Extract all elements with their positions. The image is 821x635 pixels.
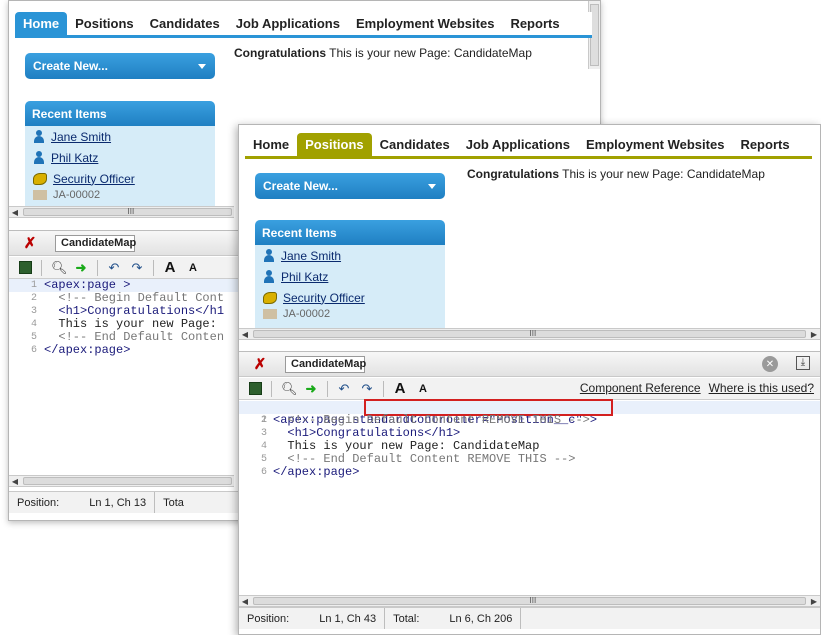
undo-icon[interactable]: ↶: [337, 381, 351, 397]
download-icon[interactable]: ⤓: [796, 356, 810, 370]
redo-icon[interactable]: ↷: [360, 381, 374, 397]
page-name-tab[interactable]: CandidateMap: [55, 234, 136, 252]
candidate-icon: [263, 249, 275, 262]
congrats-heading: Congratulations: [467, 167, 559, 181]
font-increase-icon[interactable]: A: [393, 380, 407, 397]
code-editor[interactable]: 1 <apex:page standardController="Position…: [239, 399, 820, 593]
scroll-left-icon[interactable]: ◀: [9, 477, 21, 486]
go-to-line-icon[interactable]: ➜: [304, 381, 318, 397]
front-window: Home Positions Candidates Job Applicatio…: [238, 124, 821, 635]
horizontal-scrollbar[interactable]: ◀ III: [9, 206, 234, 218]
congrats-text: This is your new Page: CandidateMap: [326, 46, 532, 60]
recent-item-security-officer[interactable]: Security Officer: [255, 287, 445, 308]
recent-items-title: Recent Items: [255, 220, 445, 245]
tab-employment-websites[interactable]: Employment Websites: [348, 12, 502, 35]
editor-horizontal-scrollbar[interactable]: ◀ III ▶: [239, 595, 820, 607]
chevron-down-icon: [198, 64, 206, 69]
recent-items-panel: Recent Items Jane Smith Phil Katz Securi…: [255, 220, 445, 330]
total-label: Total:: [393, 612, 420, 625]
tab-bar: Home Positions Candidates Job Applicatio…: [15, 12, 592, 38]
font-decrease-icon[interactable]: A: [186, 262, 200, 274]
close-icon[interactable]: ✗: [19, 234, 41, 252]
total-value: Ln 6, Ch 206: [449, 612, 513, 625]
where-is-this-used-link[interactable]: Where is this used?: [709, 381, 814, 395]
total-label: Tota: [163, 496, 184, 509]
create-new-dropdown[interactable]: Create New...: [255, 173, 445, 199]
go-to-line-icon[interactable]: ➜: [74, 260, 88, 276]
tab-reports[interactable]: Reports: [502, 12, 567, 35]
scroll-right-icon[interactable]: ▶: [808, 330, 820, 339]
create-new-label: Create New...: [33, 59, 108, 73]
create-new-label: Create New...: [263, 179, 338, 193]
close-icon[interactable]: ✗: [249, 355, 271, 373]
candidate-icon: [263, 270, 275, 283]
position-value: Ln 1, Ch 43: [319, 612, 377, 625]
tab-positions[interactable]: Positions: [67, 12, 142, 35]
position-value: Ln 1, Ch 13: [89, 496, 147, 509]
position-label: Position:: [17, 496, 60, 509]
editor-toolbar: 🔍︎ ➜ ↶ ↷ A A Component Reference Where i…: [239, 378, 820, 400]
tab-candidates[interactable]: Candidates: [142, 12, 228, 35]
font-increase-icon[interactable]: A: [163, 259, 177, 276]
redo-icon[interactable]: ↷: [130, 260, 144, 276]
scroll-left-icon[interactable]: ◀: [239, 330, 251, 339]
congrats-text: This is your new Page: CandidateMap: [559, 167, 765, 181]
recent-item-jane-smith[interactable]: Jane Smith: [255, 245, 445, 266]
create-new-dropdown[interactable]: Create New...: [25, 53, 215, 79]
tab-employment-websites[interactable]: Employment Websites: [578, 133, 732, 156]
recent-item-phil-katz[interactable]: Phil Katz: [255, 266, 445, 287]
job-application-icon: [33, 190, 47, 200]
code-line: 6 </apex:page>: [260, 465, 360, 479]
scroll-left-icon[interactable]: ◀: [239, 597, 251, 606]
horizontal-scrollbar[interactable]: ◀ III ▶: [239, 328, 820, 340]
tab-home[interactable]: Home: [15, 12, 68, 35]
editor-horizontal-scrollbar[interactable]: ◀: [9, 475, 234, 487]
tab-candidates[interactable]: Candidates: [372, 133, 458, 156]
position-label: Position:: [247, 612, 290, 625]
refresh-icon[interactable]: ✕: [762, 356, 778, 372]
page-name-tab[interactable]: CandidateMap: [285, 355, 366, 373]
recent-item-security-officer[interactable]: Security Officer: [25, 168, 215, 189]
tab-job-applications[interactable]: Job Applications: [228, 12, 348, 35]
position-icon: [33, 172, 47, 185]
save-icon[interactable]: [19, 261, 32, 274]
recent-item-phil-katz[interactable]: Phil Katz: [25, 147, 215, 168]
recent-items-panel: Recent Items Jane Smith Phil Katz Securi…: [25, 101, 215, 211]
search-icon[interactable]: 🔍︎: [51, 260, 68, 276]
tab-positions[interactable]: Positions: [297, 133, 372, 156]
job-application-icon: [263, 309, 277, 319]
page-content: Congratulations This is your new Page: C…: [234, 46, 532, 60]
undo-icon[interactable]: ↶: [107, 260, 121, 276]
tab-home[interactable]: Home: [245, 133, 297, 156]
recent-item-ja-00002[interactable]: JA-00002: [25, 189, 215, 201]
recent-item-jane-smith[interactable]: Jane Smith: [25, 126, 215, 147]
chevron-down-icon: [428, 184, 436, 189]
candidate-icon: [33, 130, 45, 143]
status-bar: Position: Ln 1, Ch 43 Total: Ln 6, Ch 20…: [239, 607, 820, 629]
save-icon[interactable]: [249, 382, 262, 395]
page-content: Congratulations This is your new Page: C…: [467, 167, 765, 181]
tab-reports[interactable]: Reports: [732, 133, 797, 156]
recent-item-ja-00002[interactable]: JA-00002: [255, 308, 445, 320]
scroll-left-icon[interactable]: ◀: [9, 208, 21, 217]
font-decrease-icon[interactable]: A: [416, 383, 430, 395]
search-icon[interactable]: 🔍︎: [281, 381, 298, 397]
candidate-icon: [33, 151, 45, 164]
recent-items-title: Recent Items: [25, 101, 215, 126]
position-icon: [263, 291, 277, 304]
tab-job-applications[interactable]: Job Applications: [458, 133, 578, 156]
scroll-right-icon[interactable]: ▶: [808, 597, 820, 606]
tab-bar: Home Positions Candidates Job Applicatio…: [245, 133, 812, 159]
congrats-heading: Congratulations: [234, 46, 326, 60]
dev-mode-bar: ✗ CandidateMap ✕ ⤓: [239, 351, 820, 377]
component-reference-link[interactable]: Component Reference: [580, 381, 701, 395]
